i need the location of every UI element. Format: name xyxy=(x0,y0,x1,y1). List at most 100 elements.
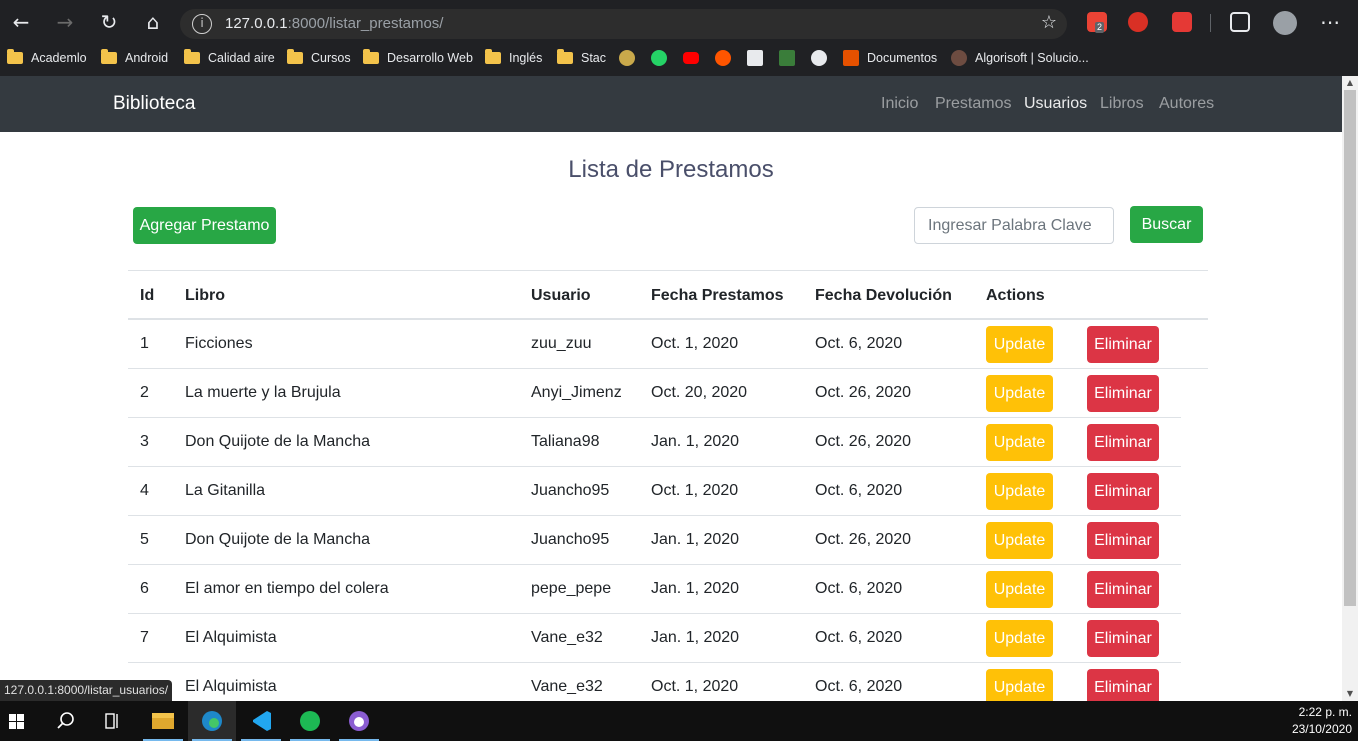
search-icon[interactable] xyxy=(42,701,90,741)
vscode-icon[interactable] xyxy=(237,701,285,741)
nav-link-prestamos[interactable]: Prestamos xyxy=(935,95,1011,113)
bookmark-terminal-icon[interactable] xyxy=(747,49,763,67)
home-icon[interactable]: ⌂ xyxy=(139,8,167,36)
system-clock[interactable]: 2:22 p. m. 23/10/2020 xyxy=(1292,704,1352,738)
cell-libro: El Alquimista xyxy=(185,678,277,695)
reload-icon[interactable]: ↻ xyxy=(95,8,123,36)
folder-icon xyxy=(485,49,501,64)
bookmark-soundcloud-icon[interactable] xyxy=(715,49,731,67)
windows-start-icon[interactable] xyxy=(0,701,48,741)
cell-libro: Don Quijote de la Mancha xyxy=(185,433,370,450)
delete-button[interactable]: Eliminar xyxy=(1087,326,1159,363)
search-input[interactable] xyxy=(914,207,1114,244)
folder-icon xyxy=(557,49,573,64)
table-row: 5 Don Quijote de la Mancha Juancho95 Jan. 1… xyxy=(128,516,1181,565)
update-button[interactable]: Update xyxy=(986,326,1053,363)
bookmark-youtube-icon[interactable] xyxy=(683,49,699,67)
search-button[interactable]: Buscar xyxy=(1130,206,1203,243)
navbar: Biblioteca Inicio Prestamos Usuarios Lib… xyxy=(0,76,1342,132)
toolbar-divider xyxy=(1210,14,1211,32)
gmail-extension-icon[interactable]: 2 xyxy=(1087,12,1107,33)
folder-icon xyxy=(184,49,200,64)
bookmark-documentos[interactable]: Documentos xyxy=(843,49,937,67)
bookmark-label: Documentos xyxy=(867,51,938,65)
table-row: 6 El amor en tiempo del colera pepe_pepe Ja… xyxy=(128,565,1181,614)
bookmark-algorisoft[interactable]: Algorisoft | Solucio... xyxy=(951,49,1089,67)
edge-browser-icon[interactable] xyxy=(188,701,236,741)
update-button[interactable]: Update xyxy=(986,375,1053,412)
scroll-down-icon[interactable]: ▼ xyxy=(1342,687,1358,701)
bookmark-label: Desarrollo Web xyxy=(387,51,473,65)
update-button[interactable]: Update xyxy=(986,620,1053,657)
delete-button[interactable]: Eliminar xyxy=(1087,571,1159,608)
bookmark-label: Android xyxy=(125,51,169,65)
bookmark-desarrollo-web[interactable]: Desarrollo Web xyxy=(363,49,473,67)
update-button[interactable]: Update xyxy=(986,522,1053,559)
cell-fecha-devolucion: Oct. 6, 2020 xyxy=(815,678,903,695)
add-loan-button[interactable]: Agregar Prestamo xyxy=(133,207,276,244)
bookmark-github-icon[interactable] xyxy=(811,49,827,67)
bookmark-owl-icon[interactable] xyxy=(619,49,635,67)
update-button[interactable]: Update xyxy=(986,571,1053,608)
cell-id: 3 xyxy=(140,433,149,450)
nav-link-inicio[interactable]: Inicio xyxy=(881,95,918,113)
bookmark-es-icon[interactable] xyxy=(779,49,795,67)
bookmark-ingles[interactable]: Inglés xyxy=(485,49,542,67)
cell-fecha-prestamo: Jan. 1, 2020 xyxy=(651,433,740,450)
url-path: :8000/listar_prestamos/ xyxy=(287,15,444,32)
bookmark-android[interactable]: Android xyxy=(101,49,168,67)
url-text[interactable]: 127.0.0.1:8000/listar_prestamos/ xyxy=(225,15,443,32)
page-scrollbar[interactable]: ▲ ▼ xyxy=(1342,76,1358,701)
update-button[interactable]: Update xyxy=(986,424,1053,461)
bookmark-cursos[interactable]: Cursos xyxy=(287,49,351,67)
scroll-up-icon[interactable]: ▲ xyxy=(1342,76,1358,90)
nav-link-libros[interactable]: Libros xyxy=(1100,95,1144,113)
folder-icon xyxy=(287,49,303,64)
profile-avatar-icon[interactable] xyxy=(1273,11,1297,35)
bookmark-label: Cursos xyxy=(311,51,351,65)
address-row: ← → ↻ ⌂ i 127.0.0.1:8000/listar_prestamo… xyxy=(0,0,1358,44)
bookmarks-bar: Academlo Android Calidad aire Cursos Des… xyxy=(0,44,1358,70)
cell-libro: Ficciones xyxy=(185,335,253,352)
bookmark-stac[interactable]: Stac xyxy=(557,49,606,67)
delete-button[interactable]: Eliminar xyxy=(1087,620,1159,657)
table-header-row: Id Libro Usuario Fecha Prestamos Fecha D… xyxy=(128,270,1208,320)
header-actions: Actions xyxy=(986,287,1045,304)
collections-icon[interactable] xyxy=(1230,12,1250,32)
cell-usuario: Juancho95 xyxy=(531,482,610,499)
header-usuario: Usuario xyxy=(531,287,591,304)
cell-libro: La Gitanilla xyxy=(185,482,266,499)
favorite-star-icon[interactable]: ☆ xyxy=(1041,12,1057,33)
delete-button[interactable]: Eliminar xyxy=(1087,375,1159,412)
back-icon[interactable]: ← xyxy=(7,8,35,36)
delete-button[interactable]: Eliminar xyxy=(1087,424,1159,461)
bookmark-label: Calidad aire xyxy=(208,51,275,65)
task-view-icon[interactable] xyxy=(90,701,138,741)
more-menu-icon[interactable]: ⋯ xyxy=(1316,8,1344,36)
cell-fecha-devolucion: Oct. 26, 2020 xyxy=(815,384,912,401)
delete-button[interactable]: Eliminar xyxy=(1087,522,1159,559)
cell-usuario: Vane_e32 xyxy=(531,629,603,646)
delete-button[interactable]: Eliminar xyxy=(1087,473,1159,510)
bookmark-academlo[interactable]: Academlo xyxy=(7,49,87,67)
algorisoft-icon xyxy=(951,50,967,66)
url-host: 127.0.0.1 xyxy=(225,15,288,32)
cell-fecha-prestamo: Jan. 1, 2020 xyxy=(651,531,740,548)
spotify-icon[interactable] xyxy=(286,701,334,741)
block-extension-icon[interactable] xyxy=(1128,12,1148,32)
file-explorer-icon[interactable] xyxy=(139,701,187,741)
nav-link-autores[interactable]: Autores xyxy=(1159,95,1214,113)
address-bar[interactable]: i 127.0.0.1:8000/listar_prestamos/ ☆ xyxy=(180,9,1067,39)
scroll-thumb[interactable] xyxy=(1344,90,1356,606)
nav-link-usuarios[interactable]: Usuarios xyxy=(1024,95,1087,113)
bookmark-whatsapp-icon[interactable] xyxy=(651,49,667,67)
windows-taskbar: 2:22 p. m. 23/10/2020 xyxy=(0,701,1358,741)
header-fecha-devolucion: Fecha Devolución xyxy=(815,287,952,304)
bookmark-calidad-aire[interactable]: Calidad aire xyxy=(184,49,275,67)
forward-icon[interactable]: → xyxy=(51,8,79,36)
github-desktop-icon[interactable] xyxy=(335,701,383,741)
info-icon[interactable]: i xyxy=(192,14,212,34)
brand-link[interactable]: Biblioteca xyxy=(113,93,195,115)
mendeley-extension-icon[interactable] xyxy=(1172,12,1192,32)
update-button[interactable]: Update xyxy=(986,473,1053,510)
